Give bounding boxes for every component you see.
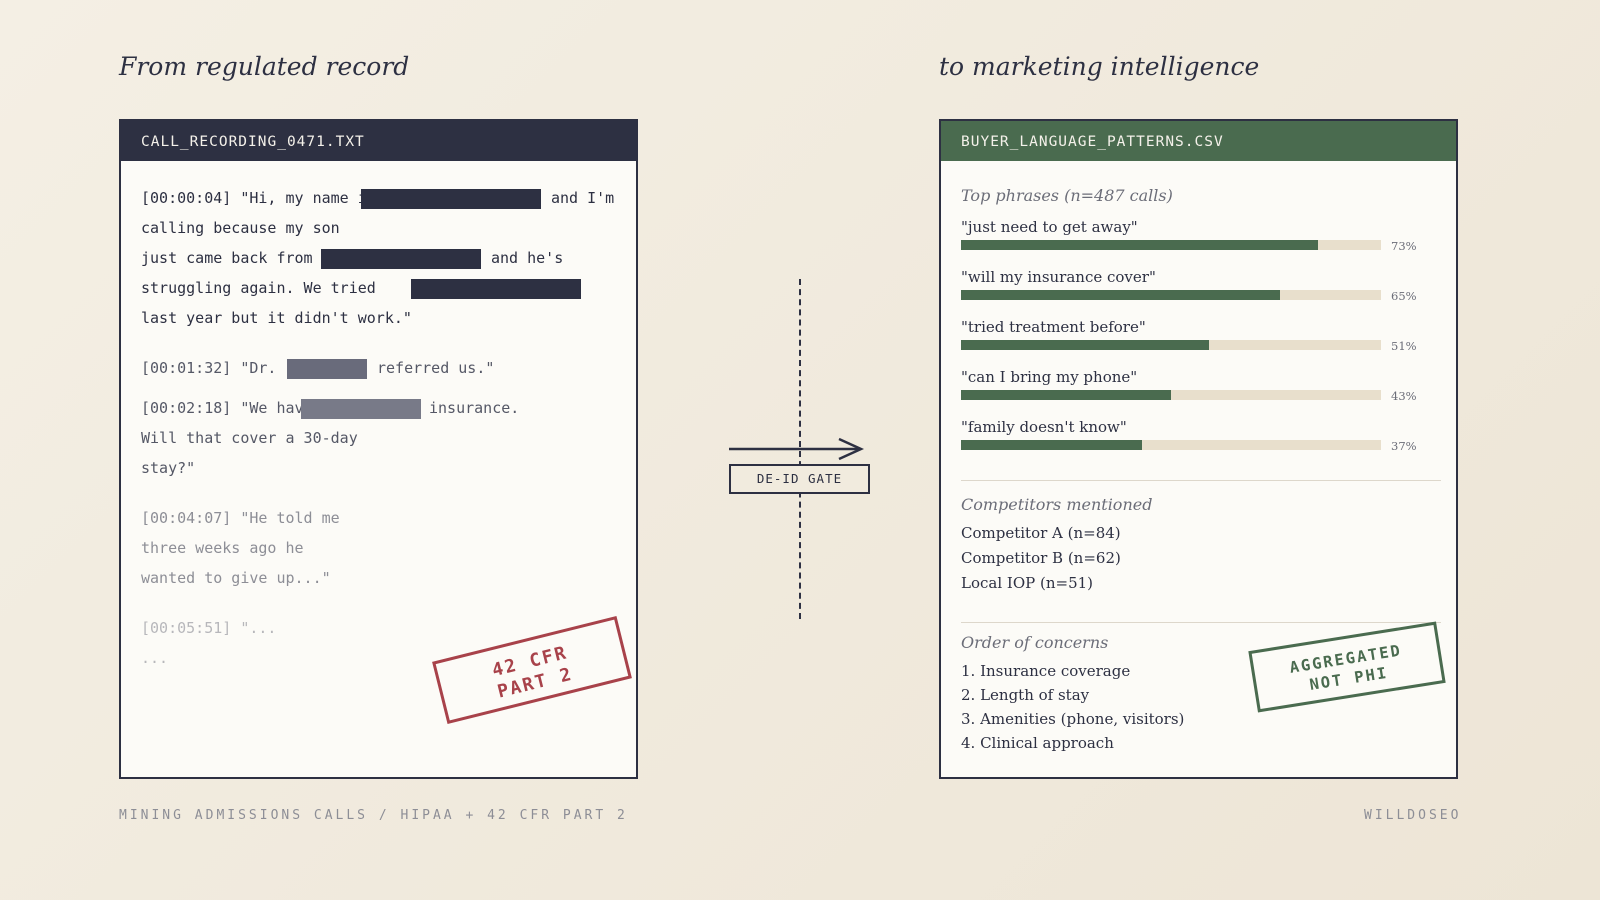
aggregated-stamp: AGGREGATED NOT PHI: [1248, 621, 1446, 713]
transcript-line: struggling again. We tried: [141, 273, 616, 303]
phrase-bar-fill: [961, 240, 1318, 250]
redaction-bar: [361, 189, 541, 209]
phrase-percent: 73%: [1391, 239, 1417, 253]
transcript-text: and he's: [491, 249, 564, 267]
transcript-text: struggling again. We tried: [141, 279, 376, 297]
transcript-text: and I'm: [551, 189, 615, 207]
phrase-bar-track: [961, 340, 1381, 350]
concern-item: 1. Insurance coverage: [961, 662, 1131, 680]
arrow-right-icon: [729, 437, 865, 461]
transcript-line: [00:04:07] "He told me: [141, 509, 340, 527]
redaction-bar: [411, 279, 581, 299]
transcript-text: [00:02:18] "We have: [141, 399, 313, 417]
phrase-bar-fill: [961, 340, 1209, 350]
competitors-title: Competitors mentioned: [961, 495, 1153, 514]
transcript-line: last year but it didn't work.": [141, 309, 412, 327]
transcript-text: [00:00:04] "Hi, my name i: [141, 189, 367, 207]
phrase-row: "family doesn't know" 37%: [961, 418, 1431, 453]
concerns-title: Order of concerns: [961, 633, 1109, 652]
phrase-row: "can I bring my phone" 43%: [961, 368, 1431, 403]
phrase-row: "will my insurance cover" 65%: [961, 268, 1431, 303]
competitor-item: Competitor B (n=62): [961, 549, 1121, 567]
transcript-line: [00:02:18] "We have insurance.: [141, 393, 616, 423]
redaction-bar: [301, 399, 421, 419]
buyer-patterns-panel: BUYER_LANGUAGE_PATTERNS.CSV Top phrases …: [939, 119, 1458, 779]
phrase-bar-track: [961, 440, 1381, 450]
concern-item: 4. Clinical approach: [961, 734, 1114, 752]
footer-caption: MINING ADMISSIONS CALLS / HIPAA + 42 CFR…: [119, 808, 628, 823]
call-recording-filename: CALL_RECORDING_0471.TXT: [121, 121, 636, 161]
transcript-line: [00:01:32] "Dr. referred us.": [141, 353, 616, 383]
transcript-text: insurance.: [429, 399, 520, 417]
phrase-bar-fill: [961, 290, 1281, 300]
phrase-bar-fill: [961, 440, 1142, 450]
transcript-text: [00:01:32] "Dr.: [141, 359, 277, 377]
transcript-line: Will that cover a 30-day: [141, 429, 358, 447]
concern-item: 3. Amenities (phone, visitors): [961, 710, 1185, 728]
phrase-percent: 65%: [1391, 289, 1417, 303]
phrase-label: "can I bring my phone": [961, 368, 1138, 386]
competitor-item: Competitor A (n=84): [961, 524, 1121, 542]
phrase-label: "tried treatment before": [961, 318, 1146, 336]
de-id-gate-label: DE-ID GATE: [729, 464, 870, 494]
transcript-line: [00:00:04] "Hi, my name i and I'm: [141, 183, 616, 213]
phrase-bar-track: [961, 240, 1381, 250]
phrase-bar-track: [961, 290, 1381, 300]
transcript-line: just came back from and he's: [141, 243, 616, 273]
phrase-label: "family doesn't know": [961, 418, 1127, 436]
phrase-row: "just need to get away" 73%: [961, 218, 1431, 253]
phrase-label: "will my insurance cover": [961, 268, 1156, 286]
phrase-percent: 37%: [1391, 439, 1417, 453]
phrase-label: "just need to get away": [961, 218, 1138, 236]
transcript-line: wanted to give up...": [141, 569, 331, 587]
call-transcript: [00:00:04] "Hi, my name i and I'm callin…: [121, 161, 636, 673]
competitor-item: Local IOP (n=51): [961, 574, 1094, 592]
transcript-line: stay?": [141, 459, 196, 477]
transcript-text: referred us.": [377, 359, 495, 377]
transcript-line: three weeks ago he: [141, 539, 304, 557]
phrase-percent: 51%: [1391, 339, 1417, 353]
phrase-bar-track: [961, 390, 1381, 400]
section-divider: [961, 480, 1441, 481]
buyer-patterns-filename: BUYER_LANGUAGE_PATTERNS.CSV: [941, 121, 1456, 161]
transcript-text: just came back from: [141, 249, 313, 267]
phrase-row: "tried treatment before" 51%: [961, 318, 1431, 353]
phrase-bar-fill: [961, 390, 1171, 400]
redaction-bar: [287, 359, 367, 379]
left-heading: From regulated record: [119, 52, 410, 81]
concern-item: 2. Length of stay: [961, 686, 1090, 704]
redaction-bar: [321, 249, 481, 269]
transcript-line: calling because my son: [141, 219, 340, 237]
top-phrases-title: Top phrases (n=487 calls): [961, 186, 1173, 205]
phrase-percent: 43%: [1391, 389, 1417, 403]
right-heading: to marketing intelligence: [939, 52, 1260, 81]
section-divider: [961, 622, 1441, 623]
footer-brand: WILLDOSEO: [1364, 808, 1462, 823]
call-recording-panel: CALL_RECORDING_0471.TXT [00:00:04] "Hi, …: [119, 119, 638, 779]
